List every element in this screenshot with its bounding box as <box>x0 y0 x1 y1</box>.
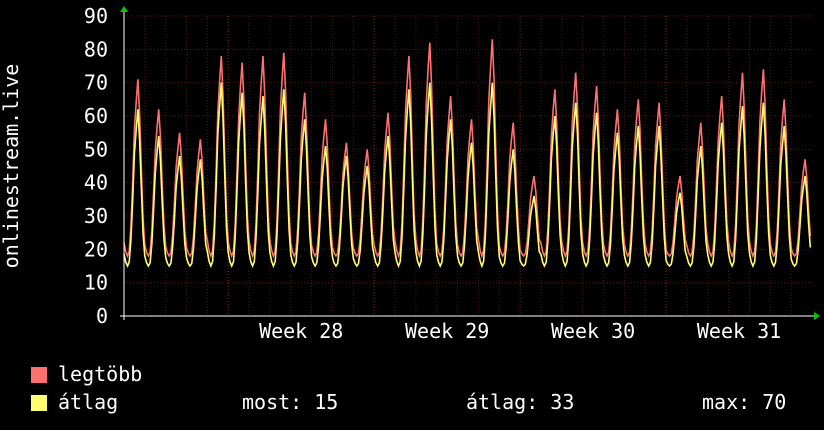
y-tick-label: 60 <box>84 104 108 128</box>
x-tick-label: Week 28 <box>259 319 343 343</box>
stat-current: most: 15 <box>242 390 339 414</box>
y-tick-label: 10 <box>84 271 108 295</box>
legend-row-avg: átlag most: 15 átlag: 33 max: 70 <box>30 390 810 418</box>
legend-label-max: legtöbb <box>58 362 143 386</box>
y-axis-ticks: 0 10 20 30 40 50 60 70 80 90 <box>84 4 108 328</box>
legend-swatch-max <box>30 366 48 384</box>
legend-row-max: legtöbb <box>30 362 810 390</box>
y-tick-label: 80 <box>84 37 108 61</box>
x-tick-label: Week 31 <box>697 319 781 343</box>
y-axis-arrow <box>120 6 128 12</box>
x-tick-label: Week 29 <box>405 319 489 343</box>
y-tick-label: 0 <box>96 304 108 328</box>
legend-label-avg: átlag <box>58 390 119 414</box>
x-tick-label: Week 30 <box>551 319 635 343</box>
legend-swatch-avg <box>30 394 48 412</box>
stat-max: max: 70 <box>702 390 787 414</box>
y-tick-label: 50 <box>84 137 108 161</box>
y-tick-label: 20 <box>84 237 108 261</box>
chart: 0 10 20 30 40 50 60 70 80 90 Week 28 Week 29 Week 3… <box>0 4 820 343</box>
y-tick-label: 90 <box>84 4 108 28</box>
y-tick-label: 70 <box>84 71 108 95</box>
x-axis-arrow <box>814 312 820 320</box>
stat-average: átlag: 33 <box>466 390 575 414</box>
y-tick-label: 30 <box>84 204 108 228</box>
y-axis-label: onlinestream.live <box>0 64 23 269</box>
x-axis-ticks: Week 28 Week 29 Week 30 Week 31 <box>259 319 781 343</box>
legend: legtöbb átlag most: 15 átlag: 33 max: 70 <box>30 362 810 418</box>
y-tick-label: 40 <box>84 171 108 195</box>
